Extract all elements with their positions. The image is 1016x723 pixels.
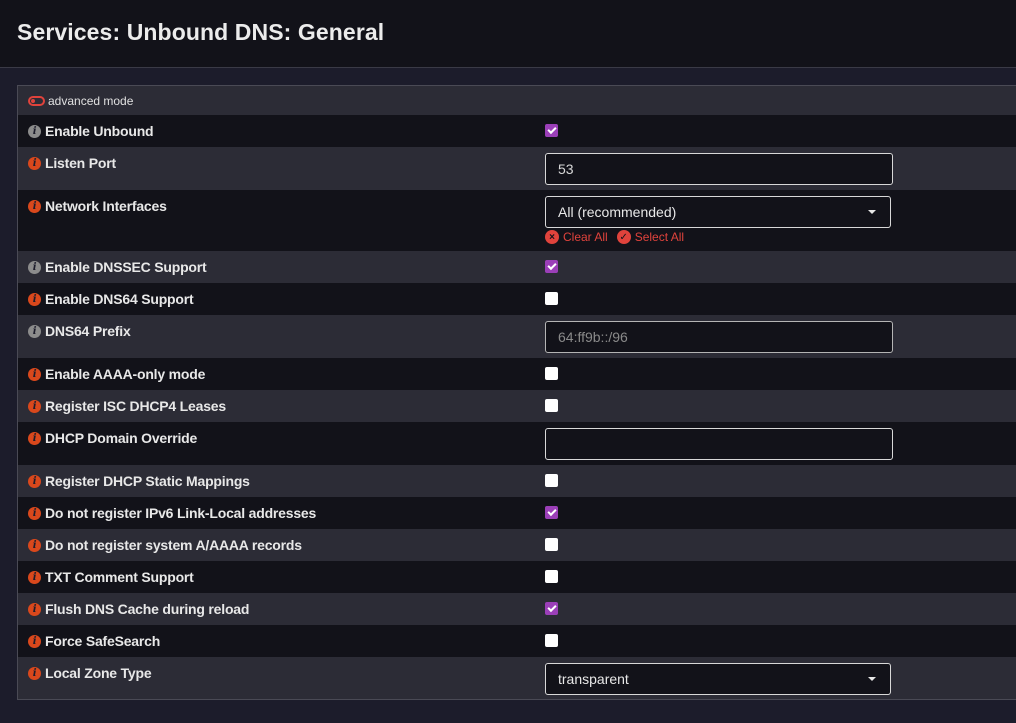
register-dhcp4-checkbox[interactable]	[545, 399, 558, 412]
field-label: i Enable DNSSEC Support	[28, 259, 207, 275]
field-label: i Enable AAAA-only mode	[28, 366, 205, 382]
info-icon[interactable]: i	[28, 570, 41, 584]
caret-down-icon	[868, 677, 876, 681]
caret-down-icon	[868, 210, 876, 214]
enable-dns64-checkbox[interactable]	[545, 292, 558, 305]
no-ipv6-linklocal-checkbox[interactable]	[545, 506, 558, 519]
advanced-mode-row: advanced mode	[18, 86, 1016, 115]
field-label: i Flush DNS Cache during reload	[28, 601, 249, 617]
enable-dnssec-checkbox[interactable]	[545, 260, 558, 273]
field-label: i Register DHCP Static Mappings	[28, 473, 250, 489]
clear-all-link[interactable]: × Clear All	[545, 230, 608, 244]
row-local-zone-type: i Local Zone Type transparent	[18, 657, 1016, 699]
enable-unbound-checkbox[interactable]	[545, 124, 558, 137]
field-label: i DNS64 Prefix	[28, 323, 131, 339]
field-label: i Register ISC DHCP4 Leases	[28, 398, 226, 414]
advanced-mode-label: advanced mode	[48, 94, 134, 108]
info-icon[interactable]: i	[28, 260, 41, 274]
info-icon[interactable]: i	[28, 367, 41, 381]
advanced-mode-toggle[interactable]: advanced mode	[28, 94, 133, 108]
clear-icon: ×	[545, 230, 559, 244]
info-icon[interactable]: i	[28, 634, 41, 648]
row-enable-dnssec: i Enable DNSSEC Support	[18, 251, 1016, 283]
field-label: i Force SafeSearch	[28, 633, 160, 649]
field-label: i Local Zone Type	[28, 665, 152, 681]
field-label: i DHCP Domain Override	[28, 430, 197, 446]
row-txt-comment: i TXT Comment Support	[18, 561, 1016, 593]
aaaa-only-checkbox[interactable]	[545, 367, 558, 380]
row-flush-cache: i Flush DNS Cache during reload	[18, 593, 1016, 625]
check-circle-icon: ✓	[616, 230, 631, 244]
dhcp-domain-override-input[interactable]	[545, 428, 893, 460]
row-dhcp-domain-override: i DHCP Domain Override	[18, 422, 1016, 465]
row-register-dhcp4: i Register ISC DHCP4 Leases	[18, 390, 1016, 422]
info-icon[interactable]: i	[28, 124, 41, 138]
row-dns64-prefix: i DNS64 Prefix 64:ff9b::/96	[18, 315, 1016, 358]
row-force-safesearch: i Force SafeSearch	[18, 625, 1016, 657]
row-network-interfaces: i Network Interfaces All (recommended) × C…	[18, 190, 1016, 251]
field-label: i Listen Port	[28, 155, 116, 171]
row-no-ipv6-linklocal: i Do not register IPv6 Link-Local address…	[18, 497, 1016, 529]
row-enable-dns64: i Enable DNS64 Support	[18, 283, 1016, 315]
page-header: Services: Unbound DNS: General	[0, 0, 1016, 68]
network-interfaces-select[interactable]: All (recommended)	[545, 196, 891, 228]
info-icon[interactable]: i	[28, 399, 41, 413]
select-all-link[interactable]: ✓ Select All	[616, 230, 684, 244]
field-label: i Enable Unbound	[28, 123, 154, 139]
info-icon[interactable]: i	[28, 602, 41, 616]
field-label: i Network Interfaces	[28, 198, 167, 214]
dns64-prefix-input[interactable]: 64:ff9b::/96	[545, 321, 893, 353]
toggle-icon[interactable]	[28, 96, 45, 106]
info-icon[interactable]: i	[28, 156, 41, 170]
field-label: i Do not register IPv6 Link-Local address…	[28, 505, 316, 521]
register-static-checkbox[interactable]	[545, 474, 558, 487]
row-listen-port: i Listen Port 53	[18, 147, 1016, 190]
info-icon[interactable]: i	[28, 292, 41, 306]
settings-panel: advanced mode i Enable Unbound i Listen Po…	[17, 85, 1016, 700]
info-icon[interactable]: i	[28, 199, 41, 213]
info-icon[interactable]: i	[28, 538, 41, 552]
txt-comment-checkbox[interactable]	[545, 570, 558, 583]
local-zone-type-select[interactable]: transparent	[545, 663, 891, 695]
info-icon[interactable]: i	[28, 666, 41, 680]
row-enable-unbound: i Enable Unbound	[18, 115, 1016, 147]
field-label: i Enable DNS64 Support	[28, 291, 194, 307]
row-no-system-records: i Do not register system A/AAAA records	[18, 529, 1016, 561]
page-title: Services: Unbound DNS: General	[17, 19, 385, 45]
flush-cache-checkbox[interactable]	[545, 602, 558, 615]
force-safesearch-checkbox[interactable]	[545, 634, 558, 647]
row-aaaa-only: i Enable AAAA-only mode	[18, 358, 1016, 390]
info-icon[interactable]: i	[28, 431, 41, 445]
no-system-records-checkbox[interactable]	[545, 538, 558, 551]
info-icon[interactable]: i	[28, 506, 41, 520]
row-register-static: i Register DHCP Static Mappings	[18, 465, 1016, 497]
field-label: i TXT Comment Support	[28, 569, 194, 585]
info-icon[interactable]: i	[28, 324, 41, 338]
listen-port-input[interactable]: 53	[545, 153, 893, 185]
info-icon[interactable]: i	[28, 474, 41, 488]
field-label: i Do not register system A/AAAA records	[28, 537, 302, 553]
